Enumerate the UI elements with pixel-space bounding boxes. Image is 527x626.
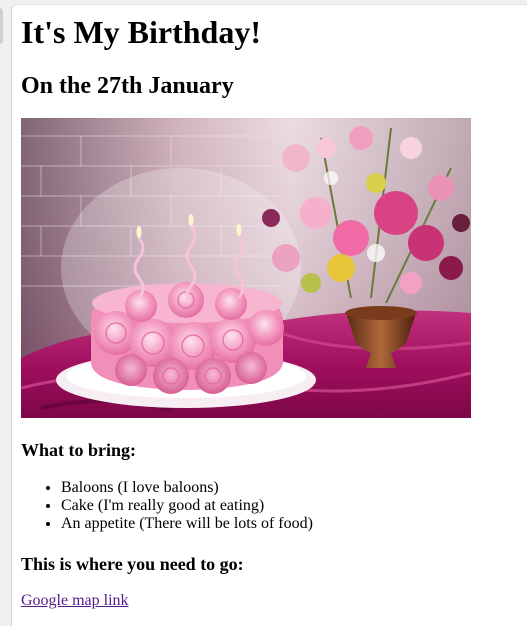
list-item: Baloons (I love baloons) [61,479,313,497]
window-edge-handle [0,8,3,44]
list-item: Cake (I'm really good at eating) [61,497,313,515]
list-item: An appetite (There will be lots of food) [61,515,313,533]
date-heading: On the 27th January [21,73,234,99]
page-title: It's My Birthday! [21,14,261,50]
birthday-cake-image [21,118,471,418]
page-viewport: It's My Birthday! On the 27th January Wh… [11,4,527,626]
bring-heading: What to bring: [21,440,137,460]
google-map-link[interactable]: Google map link [21,592,129,610]
directions-heading: This is where you need to go: [21,554,244,574]
bring-list: Baloons (I love baloons) Cake (I'm reall… [21,479,313,533]
